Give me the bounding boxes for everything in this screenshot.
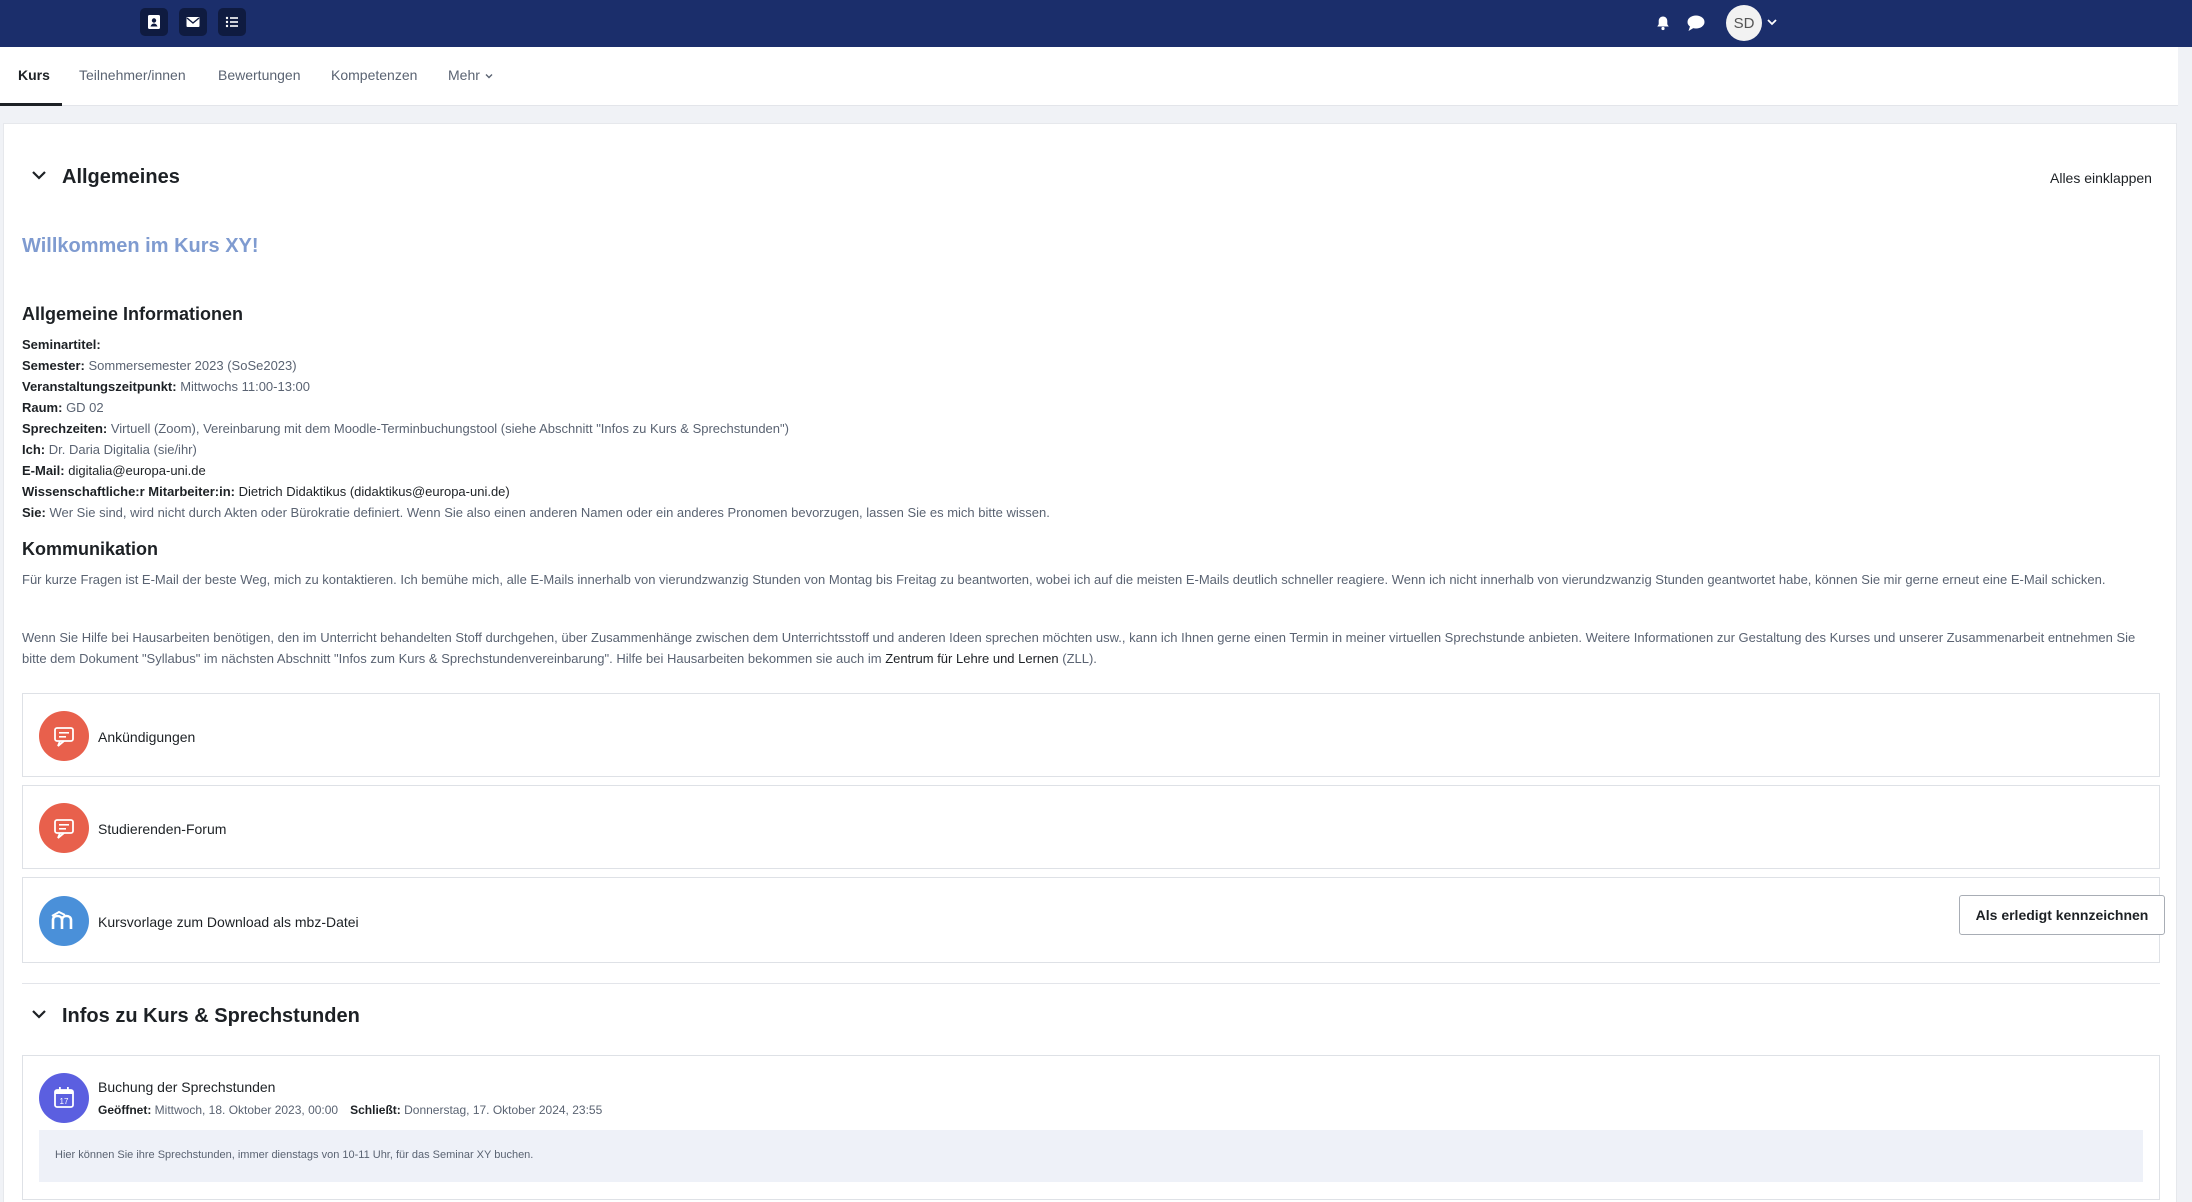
info-email: E-Mail: digitalia@europa-uni.de xyxy=(22,463,206,478)
forum-icon xyxy=(39,711,89,761)
chevron-down-icon[interactable] xyxy=(30,166,48,189)
info-sprechzeiten: Sprechzeiten: Virtuell (Zoom), Vereinbar… xyxy=(22,421,789,436)
closes-label: Schließt: xyxy=(350,1103,401,1117)
info-sie: Sie: Wer Sie sind, wird nicht durch Akte… xyxy=(22,505,1050,520)
info-value: Dr. Daria Digitalia (sie/ihr) xyxy=(45,442,197,457)
opened-label: Geöffnet: xyxy=(98,1103,152,1117)
info-value: Wer Sie sind, wird nicht durch Akten ode… xyxy=(45,505,1050,520)
tab-teilnehmer[interactable]: Teilnehmer/innen xyxy=(79,67,186,83)
course-secondary-nav: Kurs Teilnehmer/innen Bewertungen Kompet… xyxy=(0,47,2178,106)
opened-value: Mittwoch, 18. Oktober 2023, 00:00 xyxy=(151,1103,339,1117)
section-header-infos: Infos zu Kurs & Sprechstunden xyxy=(30,1005,360,1028)
info-mitarbeiter: Wissenschaftliche:r Mitarbeiter:in: Diet… xyxy=(22,484,510,499)
communication-paragraph: Wenn Sie Hilfe bei Hausarbeiten benötige… xyxy=(22,627,2162,669)
activity-name[interactable]: Studierenden-Forum xyxy=(98,821,226,837)
info-label: Veranstaltungszeitpunkt: xyxy=(22,379,177,394)
chat-bubble-icon[interactable] xyxy=(1684,11,1708,35)
info-label: Seminartitel: xyxy=(22,337,101,352)
info-seminartitel: Seminartitel: xyxy=(22,337,101,352)
activity-name[interactable]: Ankündigungen xyxy=(98,729,195,745)
info-value: Sommersemester 2023 (SoSe2023) xyxy=(84,358,297,373)
info-label: Sie: xyxy=(22,505,46,520)
tab-bewertungen[interactable]: Bewertungen xyxy=(218,67,301,83)
info-value: Mittwochs 11:00-13:00 xyxy=(176,379,311,394)
calendar-icon: 17 xyxy=(39,1073,89,1123)
mark-as-done-button[interactable]: Als erledigt kennzeichnen xyxy=(1959,895,2165,935)
forum-icon xyxy=(39,803,89,853)
contact-card-icon[interactable] xyxy=(140,8,168,36)
info-label: Wissenschaftliche:r Mitarbeiter:in: xyxy=(22,484,235,499)
info-value: Dietrich Didaktikus (didaktikus@europa-u… xyxy=(234,484,510,499)
activity-studierenden-forum[interactable]: Studierenden-Forum xyxy=(22,785,2160,869)
list-icon[interactable] xyxy=(218,8,246,36)
info-label: Raum: xyxy=(22,400,63,415)
paragraph-text: (ZLL). xyxy=(1058,651,1097,666)
section-title[interactable]: Infos zu Kurs & Sprechstunden xyxy=(62,1005,360,1028)
activity-name[interactable]: Kursvorlage zum Download als mbz-Datei xyxy=(98,914,359,930)
closes-value: Donnerstag, 17. Oktober 2024, 23:55 xyxy=(400,1103,603,1117)
info-ich: Ich: Dr. Daria Digitalia (sie/ihr) xyxy=(22,442,197,457)
info-value: GD 02 xyxy=(62,400,104,415)
chevron-down-icon xyxy=(484,68,494,84)
email-link[interactable]: digitalia@europa-uni.de xyxy=(65,463,206,478)
info-label: Ich: xyxy=(22,442,46,457)
avatar-initials: SD xyxy=(1733,14,1755,32)
chevron-down-icon[interactable] xyxy=(1766,14,1780,30)
section-header-allgemeines: Allgemeines xyxy=(30,166,180,189)
tab-kurs[interactable]: Kurs xyxy=(18,67,50,83)
mail-icon[interactable] xyxy=(179,8,207,36)
zll-link[interactable]: Zentrum für Lehre und Lernen xyxy=(885,651,1058,666)
bell-icon[interactable] xyxy=(1651,11,1675,35)
info-label: Semester: xyxy=(22,358,85,373)
activity-kursvorlage[interactable]: Kursvorlage zum Download als mbz-Datei A… xyxy=(22,877,2165,963)
collapse-all-link[interactable]: Alles einklappen xyxy=(2050,170,2152,186)
info-semester: Semester: Sommersemester 2023 (SoSe2023) xyxy=(22,358,297,373)
activity-name[interactable]: Buchung der Sprechstunden xyxy=(98,1079,275,1095)
section-divider xyxy=(22,983,2160,984)
active-tab-indicator xyxy=(0,103,62,106)
communication-paragraph: Für kurze Fragen ist E-Mail der beste We… xyxy=(22,572,2106,587)
info-heading: Allgemeine Informationen xyxy=(22,304,244,324)
info-value: Virtuell (Zoom), Vereinbarung mit dem Mo… xyxy=(107,421,789,436)
communication-heading: Kommunikation xyxy=(22,539,159,559)
tab-mehr[interactable]: Mehr xyxy=(448,67,494,84)
activity-sprechstunden-buchung[interactable]: 17 Buchung der Sprechstunden Geöffnet: M… xyxy=(22,1055,2160,1200)
tab-mehr-label: Mehr xyxy=(448,67,480,83)
info-raum: Raum: GD 02 xyxy=(22,400,104,415)
info-zeitpunkt: Veranstaltungszeitpunkt: Mittwochs 11:00… xyxy=(22,379,310,394)
moodle-icon xyxy=(39,896,89,946)
svg-text:17: 17 xyxy=(60,1097,69,1106)
section-title[interactable]: Allgemeines xyxy=(62,166,180,189)
user-avatar[interactable]: SD xyxy=(1726,5,1762,41)
info-label: Sprechzeiten: xyxy=(22,421,108,436)
info-label: E-Mail: xyxy=(22,463,65,478)
welcome-heading: Willkommen im Kurs XY! xyxy=(22,235,259,257)
top-navbar: SD xyxy=(0,0,2192,47)
chevron-down-icon[interactable] xyxy=(30,1005,48,1028)
tab-kompetenzen[interactable]: Kompetenzen xyxy=(331,67,417,83)
activity-dates: Geöffnet: Mittwoch, 18. Oktober 2023, 00… xyxy=(98,1103,602,1117)
activity-description: Hier können Sie ihre Sprechstunden, imme… xyxy=(39,1130,2143,1182)
activity-ankuendigungen[interactable]: Ankündigungen xyxy=(22,693,2160,777)
